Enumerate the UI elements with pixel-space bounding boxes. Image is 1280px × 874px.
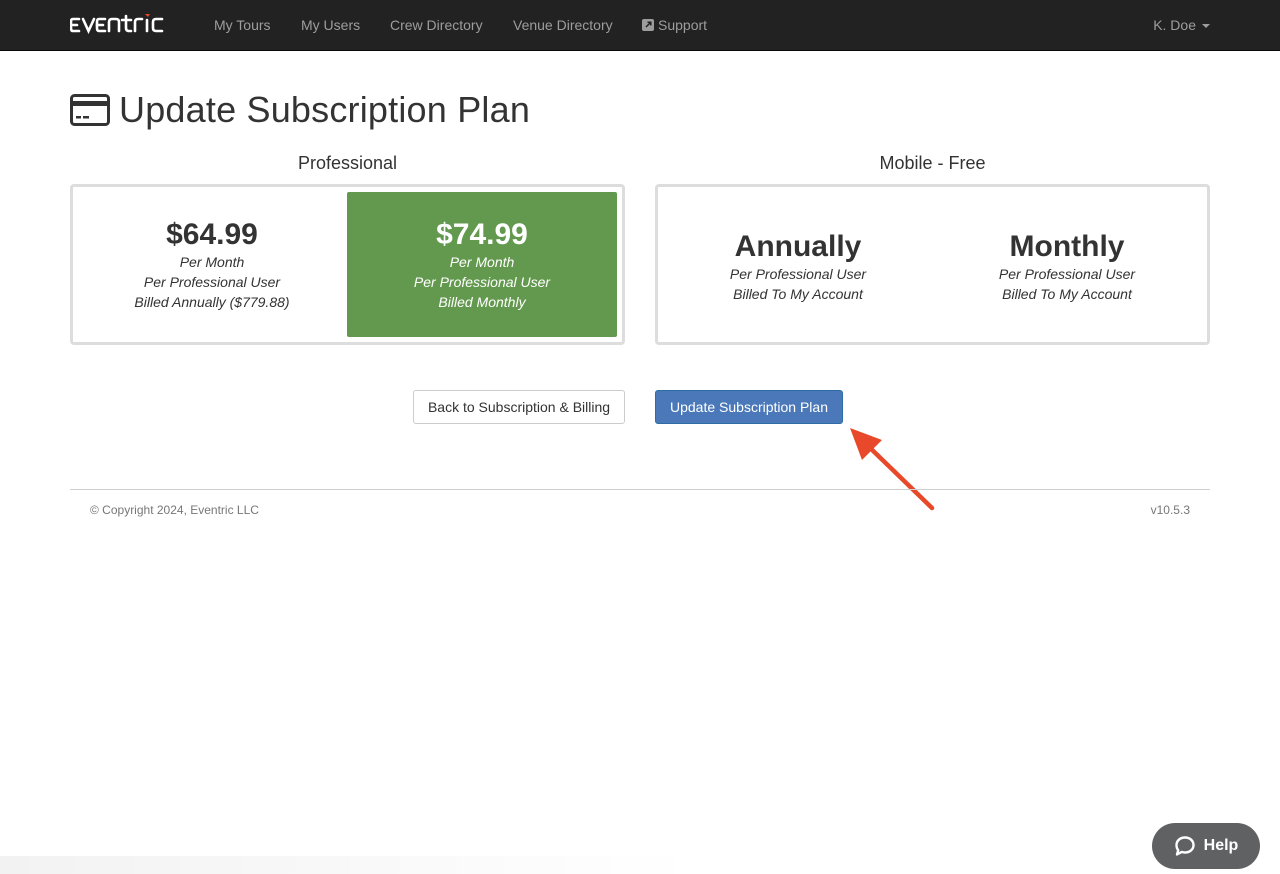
bottom-shadow (0, 856, 700, 874)
user-menu[interactable]: K. Doe (1153, 0, 1210, 50)
plan-unit: Per Professional User (143, 274, 281, 290)
plan-name: Monthly (1009, 230, 1125, 263)
update-subscription-button[interactable]: Update Subscription Plan (655, 390, 843, 424)
plan-option-mobile-monthly[interactable]: Monthly Per Professional User Billed To … (932, 192, 1202, 337)
chat-bubble-icon (1174, 836, 1195, 856)
nav-support-label: Support (658, 17, 708, 33)
plan-period: Per Month (449, 254, 515, 270)
plan-billing: Billed Monthly (438, 294, 526, 310)
plan-unit: Per Professional User (998, 266, 1136, 282)
plan-unit: Per Professional User (413, 274, 551, 290)
plan-billing: Billed To My Account (1002, 286, 1132, 302)
footer-copyright: © Copyright 2024, Eventric LLC (90, 503, 259, 517)
page-header: Update Subscription Plan (70, 88, 530, 132)
help-button[interactable]: Help (1152, 823, 1260, 869)
help-label: Help (1203, 837, 1239, 854)
nav-my-tours[interactable]: My Tours (214, 0, 271, 50)
plan-unit: Per Professional User (729, 266, 867, 282)
nav-support[interactable]: Support (642, 0, 707, 50)
plan-period: Per Month (179, 254, 245, 270)
caret-down-icon (1202, 24, 1210, 28)
eventric-logo[interactable]: eventric (70, 14, 180, 36)
nav-crew-directory[interactable]: Crew Directory (390, 0, 483, 50)
user-name: K. Doe (1153, 17, 1196, 33)
nav-my-users[interactable]: My Users (301, 0, 360, 50)
top-navbar: eventric My Tours My Users Crew Director… (0, 0, 1280, 51)
external-link-icon (642, 19, 654, 31)
nav-venue-directory[interactable]: Venue Directory (513, 0, 613, 50)
credit-card-icon (70, 94, 110, 126)
mobile-group-title: Mobile - Free (879, 153, 986, 173)
professional-group-title: Professional (297, 153, 398, 173)
plan-price: $64.99 (166, 218, 258, 251)
footer-version: v10.5.3 (1150, 503, 1190, 517)
plan-name: Annually (734, 230, 862, 263)
mobile-plan-box: Annually Per Professional User Billed To… (655, 184, 1210, 345)
page-title: Update Subscription Plan (119, 89, 531, 130)
plan-option-professional-annual[interactable]: $64.99 Per Month Per Professional User B… (78, 192, 346, 337)
plan-billing: Billed To My Account (733, 286, 863, 302)
plan-option-mobile-annually[interactable]: Annually Per Professional User Billed To… (663, 192, 933, 337)
plan-billing: Billed Annually ($779.88) (134, 294, 290, 310)
plan-option-professional-monthly[interactable]: $74.99 Per Month Per Professional User B… (347, 192, 617, 337)
back-to-billing-button[interactable]: Back to Subscription & Billing (413, 390, 625, 424)
annotation-arrow-icon (850, 428, 935, 511)
footer-divider (70, 489, 1210, 490)
professional-plan-box: $64.99 Per Month Per Professional User B… (70, 184, 625, 345)
plan-price: $74.99 (436, 218, 528, 251)
